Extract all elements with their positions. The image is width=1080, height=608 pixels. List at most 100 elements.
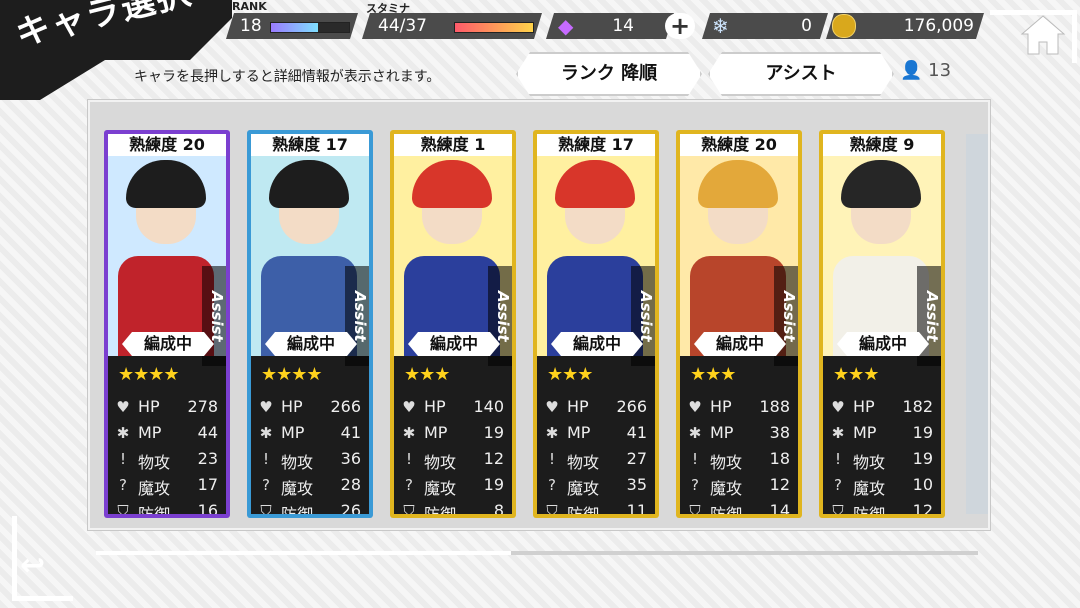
stat-label-def: 防御: [710, 501, 742, 514]
stat-label-hp: HP: [424, 397, 446, 416]
stat-value-patk: 18: [769, 449, 790, 468]
back-icon[interactable]: ↩: [20, 548, 54, 584]
stat-label-matk: 魔攻: [138, 479, 171, 498]
mp-icon: ✱: [688, 424, 702, 442]
crystal-pill: ◆ 14: [546, 13, 674, 39]
in-party-badge: 編成中: [122, 332, 214, 356]
stat-row-hp: ♥ HP 278: [114, 396, 218, 420]
in-party-badge: 編成中: [837, 332, 929, 356]
stat-row-patk: ! 物攻 23: [114, 448, 218, 472]
mp-icon: ✱: [831, 424, 845, 442]
stat-label-patk: 物攻: [424, 453, 457, 472]
rarity-stars: ★★★★: [261, 364, 323, 385]
stat-value-mp: 44: [197, 423, 218, 442]
stat-label-mp: MP: [281, 423, 305, 442]
stat-row-matk: ? 魔攻 17: [114, 474, 218, 498]
stat-value-matk: 35: [626, 475, 647, 494]
stat-row-def: ⛉ 防御 11: [543, 500, 647, 514]
stat-label-def: 防御: [138, 501, 170, 514]
stat-label-patk: 物攻: [710, 453, 743, 472]
character-list-panel[interactable]: 熟練度 20 Assist 編成中 ★★★★ ♥ HP 278 ✱ MP 44 …: [88, 100, 990, 530]
add-crystal-button[interactable]: +: [665, 13, 695, 39]
stat-label-mp: MP: [710, 423, 734, 442]
stat-row-mp: ✱ MP 19: [829, 422, 933, 446]
stat-label-patk: 物攻: [138, 453, 171, 472]
rank-value: 18: [240, 16, 262, 36]
gold-coin-icon: [832, 14, 856, 38]
stat-value-matk: 10: [912, 475, 933, 494]
patk-icon: !: [834, 450, 841, 468]
stat-row-hp: ♥ HP 266: [257, 396, 361, 420]
crystal-icon: ◆: [558, 14, 574, 38]
stat-value-patk: 36: [340, 449, 361, 468]
patk-icon: !: [119, 450, 126, 468]
patk-icon: !: [405, 450, 412, 468]
stat-row-mp: ✱ MP 44: [114, 422, 218, 446]
stat-row-matk: ? 魔攻 19: [400, 474, 504, 498]
stamina-value: 44/37: [378, 16, 427, 36]
crystal-count: 14: [612, 16, 634, 36]
character-card[interactable]: 熟練度 9 Assist 編成中 ★★★ ♥ HP 182 ✱ MP 19 ! …: [819, 130, 945, 518]
character-card[interactable]: 熟練度 20 Assist 編成中 ★★★★ ♥ HP 278 ✱ MP 44 …: [104, 130, 230, 518]
stat-row-def: ⛉ 防御 12: [829, 500, 933, 514]
stat-row-patk: ! 物攻 19: [829, 448, 933, 472]
def-icon: ⛉: [689, 502, 701, 514]
home-icon[interactable]: [1020, 14, 1066, 56]
def-icon: ⛉: [260, 502, 272, 514]
character-portrait: Assist: [823, 156, 941, 366]
stat-row-def: ⛉ 防御 26: [257, 500, 361, 514]
hp-icon: ♥: [688, 398, 702, 416]
gold-count: 176,009: [903, 16, 974, 36]
stat-row-def: ⛉ 防御 8: [400, 500, 504, 514]
matk-icon: ?: [691, 476, 699, 494]
stat-value-patk: 19: [912, 449, 933, 468]
stat-label-def: 防御: [281, 501, 313, 514]
mastery-label: 熟練度 20: [680, 134, 798, 156]
hp-icon: ♥: [831, 398, 845, 416]
mp-icon: ✱: [402, 424, 416, 442]
rank-label: RANK: [232, 0, 267, 13]
stat-row-patk: ! 物攻 12: [400, 448, 504, 472]
stat-row-matk: ? 魔攻 10: [829, 474, 933, 498]
stat-row-patk: ! 物攻 27: [543, 448, 647, 472]
stat-label-hp: HP: [567, 397, 589, 416]
mastery-label: 熟練度 17: [537, 134, 655, 156]
stat-row-mp: ✱ MP 41: [257, 422, 361, 446]
stat-value-patk: 27: [626, 449, 647, 468]
stat-value-hp: 278: [187, 397, 218, 416]
hint-text: キャラを長押しすると詳細情報が表示されます。: [134, 69, 441, 85]
stamina-progress-bar: [454, 22, 534, 33]
rarity-stars: ★★★: [404, 364, 450, 385]
ore-icon: ❄: [712, 14, 729, 38]
stat-value-def: 11: [626, 501, 647, 514]
stat-value-hp: 266: [616, 397, 647, 416]
character-card[interactable]: 熟練度 20 Assist 編成中 ★★★ ♥ HP 188 ✱ MP 38 !…: [676, 130, 802, 518]
stat-row-patk: ! 物攻 18: [686, 448, 790, 472]
mastery-label: 熟練度 9: [823, 134, 941, 156]
stat-label-def: 防御: [567, 501, 599, 514]
character-portrait: Assist: [680, 156, 798, 366]
sort-button[interactable]: ランク 降順: [516, 52, 702, 96]
stat-row-matk: ? 魔攻 12: [686, 474, 790, 498]
stat-value-mp: 19: [912, 423, 933, 442]
stat-row-matk: ? 魔攻 35: [543, 474, 647, 498]
mastery-label: 熟練度 1: [394, 134, 512, 156]
stat-value-hp: 182: [902, 397, 933, 416]
character-portrait: Assist: [394, 156, 512, 366]
scrollbar-thumb[interactable]: [96, 551, 511, 555]
matk-icon: ?: [405, 476, 413, 494]
character-card[interactable]: 熟練度 1 Assist 編成中 ★★★ ♥ HP 140 ✱ MP 19 ! …: [390, 130, 516, 518]
stat-value-hp: 188: [759, 397, 790, 416]
stat-label-patk: 物攻: [281, 453, 314, 472]
stat-label-matk: 魔攻: [853, 479, 886, 498]
stat-label-patk: 物攻: [567, 453, 600, 472]
assist-filter-button[interactable]: アシスト: [708, 52, 894, 96]
stat-label-matk: 魔攻: [281, 479, 314, 498]
character-card[interactable]: 熟練度 17 Assist 編成中 ★★★★ ♥ HP 266 ✱ MP 41 …: [247, 130, 373, 518]
hp-icon: ♥: [116, 398, 130, 416]
character-card[interactable]: 熟練度 17 Assist 編成中 ★★★ ♥ HP 266 ✱ MP 41 !…: [533, 130, 659, 518]
stat-value-def: 14: [769, 501, 790, 514]
partial-character-card[interactable]: [962, 130, 988, 518]
rarity-stars: ★★★★: [118, 364, 180, 385]
in-party-badge: 編成中: [408, 332, 500, 356]
